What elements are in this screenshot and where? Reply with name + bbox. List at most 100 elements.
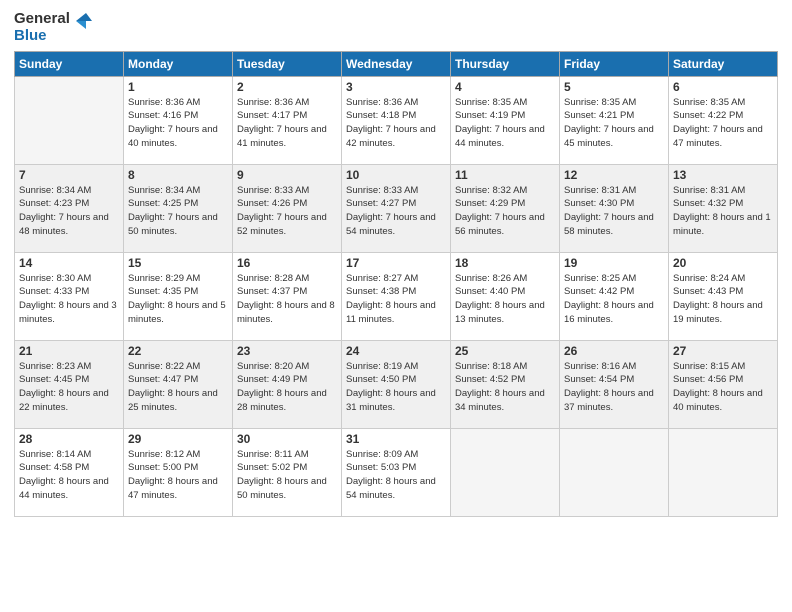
day-info: Sunrise: 8:27 AMSunset: 4:38 PMDaylight:… (346, 272, 446, 327)
day-info: Sunrise: 8:25 AMSunset: 4:42 PMDaylight:… (564, 272, 664, 327)
day-info: Sunrise: 8:09 AMSunset: 5:03 PMDaylight:… (346, 448, 446, 503)
page: General Blue SundayMondayTuesdayWednesda… (0, 0, 792, 612)
day-info: Sunrise: 8:29 AMSunset: 4:35 PMDaylight:… (128, 272, 228, 327)
calendar-cell: 16 Sunrise: 8:28 AMSunset: 4:37 PMDayligh… (233, 252, 342, 340)
day-info: Sunrise: 8:26 AMSunset: 4:40 PMDaylight:… (455, 272, 555, 327)
calendar-cell: 29 Sunrise: 8:12 AMSunset: 5:00 PMDayligh… (124, 428, 233, 516)
calendar-cell: 27 Sunrise: 8:15 AMSunset: 4:56 PMDayligh… (669, 340, 778, 428)
day-number: 17 (346, 256, 446, 270)
week-row-4: 21 Sunrise: 8:23 AMSunset: 4:45 PMDayligh… (15, 340, 778, 428)
day-number: 27 (673, 344, 773, 358)
logo: General Blue (14, 10, 92, 45)
day-info: Sunrise: 8:30 AMSunset: 4:33 PMDaylight:… (19, 272, 119, 327)
day-number: 3 (346, 80, 446, 94)
day-number: 4 (455, 80, 555, 94)
weekday-header-tuesday: Tuesday (233, 51, 342, 76)
day-info: Sunrise: 8:36 AMSunset: 4:18 PMDaylight:… (346, 96, 446, 151)
calendar-cell: 17 Sunrise: 8:27 AMSunset: 4:38 PMDayligh… (342, 252, 451, 340)
calendar-cell: 12 Sunrise: 8:31 AMSunset: 4:30 PMDayligh… (560, 164, 669, 252)
day-info: Sunrise: 8:35 AMSunset: 4:19 PMDaylight:… (455, 96, 555, 151)
day-number: 21 (19, 344, 119, 358)
day-info: Sunrise: 8:12 AMSunset: 5:00 PMDaylight:… (128, 448, 228, 503)
day-number: 28 (19, 432, 119, 446)
calendar-cell: 31 Sunrise: 8:09 AMSunset: 5:03 PMDayligh… (342, 428, 451, 516)
day-number: 9 (237, 168, 337, 182)
calendar-cell: 23Sunrise: 8:20 AMSunset: 4:49 PMDayligh… (233, 340, 342, 428)
day-info: Sunrise: 8:22 AMSunset: 4:47 PMDaylight:… (128, 360, 228, 415)
calendar-cell: 14 Sunrise: 8:30 AMSunset: 4:33 PMDayligh… (15, 252, 124, 340)
calendar-cell (451, 428, 560, 516)
calendar-cell: 30 Sunrise: 8:11 AMSunset: 5:02 PMDayligh… (233, 428, 342, 516)
day-number: 29 (128, 432, 228, 446)
day-info: Sunrise: 8:18 AMSunset: 4:52 PMDaylight:… (455, 360, 555, 415)
day-number: 18 (455, 256, 555, 270)
day-number: 2 (237, 80, 337, 94)
calendar-cell (15, 76, 124, 164)
day-info: Sunrise: 8:28 AMSunset: 4:37 PMDaylight:… (237, 272, 337, 327)
calendar-cell: 24 Sunrise: 8:19 AMSunset: 4:50 PMDayligh… (342, 340, 451, 428)
logo-text: General Blue (14, 10, 92, 45)
day-number: 12 (564, 168, 664, 182)
day-number: 25 (455, 344, 555, 358)
calendar-cell: 8Sunrise: 8:34 AMSunset: 4:25 PMDaylight… (124, 164, 233, 252)
day-number: 19 (564, 256, 664, 270)
day-number: 5 (564, 80, 664, 94)
weekday-header-sunday: Sunday (15, 51, 124, 76)
calendar-cell: 3 Sunrise: 8:36 AMSunset: 4:18 PMDaylight… (342, 76, 451, 164)
calendar-cell: 4 Sunrise: 8:35 AMSunset: 4:19 PMDaylight… (451, 76, 560, 164)
day-number: 20 (673, 256, 773, 270)
weekday-header-thursday: Thursday (451, 51, 560, 76)
day-info: Sunrise: 8:15 AMSunset: 4:56 PMDaylight:… (673, 360, 773, 415)
calendar-cell: 5 Sunrise: 8:35 AMSunset: 4:21 PMDaylight… (560, 76, 669, 164)
day-info: Sunrise: 8:33 AMSunset: 4:26 PMDaylight:… (237, 184, 337, 239)
logo-bird-icon (72, 13, 92, 41)
week-row-5: 28 Sunrise: 8:14 AMSunset: 4:58 PMDayligh… (15, 428, 778, 516)
weekday-header-saturday: Saturday (669, 51, 778, 76)
week-row-2: 7Sunrise: 8:34 AMSunset: 4:23 PMDaylight… (15, 164, 778, 252)
calendar-cell: 18 Sunrise: 8:26 AMSunset: 4:40 PMDayligh… (451, 252, 560, 340)
day-info: Sunrise: 8:33 AMSunset: 4:27 PMDaylight:… (346, 184, 446, 239)
day-number: 14 (19, 256, 119, 270)
day-info: Sunrise: 8:36 AMSunset: 4:16 PMDaylight:… (128, 96, 228, 151)
day-info: Sunrise: 8:32 AMSunset: 4:29 PMDaylight:… (455, 184, 555, 239)
day-number: 26 (564, 344, 664, 358)
day-number: 30 (237, 432, 337, 446)
calendar-table: SundayMondayTuesdayWednesdayThursdayFrid… (14, 51, 778, 517)
day-number: 24 (346, 344, 446, 358)
day-number: 7 (19, 168, 119, 182)
day-number: 16 (237, 256, 337, 270)
calendar-cell: 11 Sunrise: 8:32 AMSunset: 4:29 PMDayligh… (451, 164, 560, 252)
day-info: Sunrise: 8:20 AMSunset: 4:49 PMDaylight:… (237, 360, 337, 415)
week-row-3: 14 Sunrise: 8:30 AMSunset: 4:33 PMDayligh… (15, 252, 778, 340)
day-number: 10 (346, 168, 446, 182)
day-number: 22 (128, 344, 228, 358)
day-number: 15 (128, 256, 228, 270)
day-info: Sunrise: 8:19 AMSunset: 4:50 PMDaylight:… (346, 360, 446, 415)
day-info: Sunrise: 8:24 AMSunset: 4:43 PMDaylight:… (673, 272, 773, 327)
day-info: Sunrise: 8:35 AMSunset: 4:22 PMDaylight:… (673, 96, 773, 151)
day-number: 1 (128, 80, 228, 94)
day-info: Sunrise: 8:23 AMSunset: 4:45 PMDaylight:… (19, 360, 119, 415)
day-info: Sunrise: 8:11 AMSunset: 5:02 PMDaylight:… (237, 448, 337, 503)
calendar-cell: 21 Sunrise: 8:23 AMSunset: 4:45 PMDayligh… (15, 340, 124, 428)
calendar-cell: 28 Sunrise: 8:14 AMSunset: 4:58 PMDayligh… (15, 428, 124, 516)
day-number: 31 (346, 432, 446, 446)
week-row-1: 1 Sunrise: 8:36 AMSunset: 4:16 PMDaylight… (15, 76, 778, 164)
day-number: 13 (673, 168, 773, 182)
day-number: 11 (455, 168, 555, 182)
calendar-cell (669, 428, 778, 516)
calendar-cell: 7Sunrise: 8:34 AMSunset: 4:23 PMDaylight… (15, 164, 124, 252)
day-info: Sunrise: 8:14 AMSunset: 4:58 PMDaylight:… (19, 448, 119, 503)
calendar-cell: 19 Sunrise: 8:25 AMSunset: 4:42 PMDayligh… (560, 252, 669, 340)
day-number: 6 (673, 80, 773, 94)
calendar-cell: 1 Sunrise: 8:36 AMSunset: 4:16 PMDaylight… (124, 76, 233, 164)
calendar-cell: 20 Sunrise: 8:24 AMSunset: 4:43 PMDayligh… (669, 252, 778, 340)
calendar-cell: 25 Sunrise: 8:18 AMSunset: 4:52 PMDayligh… (451, 340, 560, 428)
day-info: Sunrise: 8:31 AMSunset: 4:30 PMDaylight:… (564, 184, 664, 239)
weekday-header-monday: Monday (124, 51, 233, 76)
weekday-header-wednesday: Wednesday (342, 51, 451, 76)
header: General Blue (14, 10, 778, 45)
calendar-cell: 22 Sunrise: 8:22 AMSunset: 4:47 PMDayligh… (124, 340, 233, 428)
day-info: Sunrise: 8:16 AMSunset: 4:54 PMDaylight:… (564, 360, 664, 415)
day-info: Sunrise: 8:35 AMSunset: 4:21 PMDaylight:… (564, 96, 664, 151)
